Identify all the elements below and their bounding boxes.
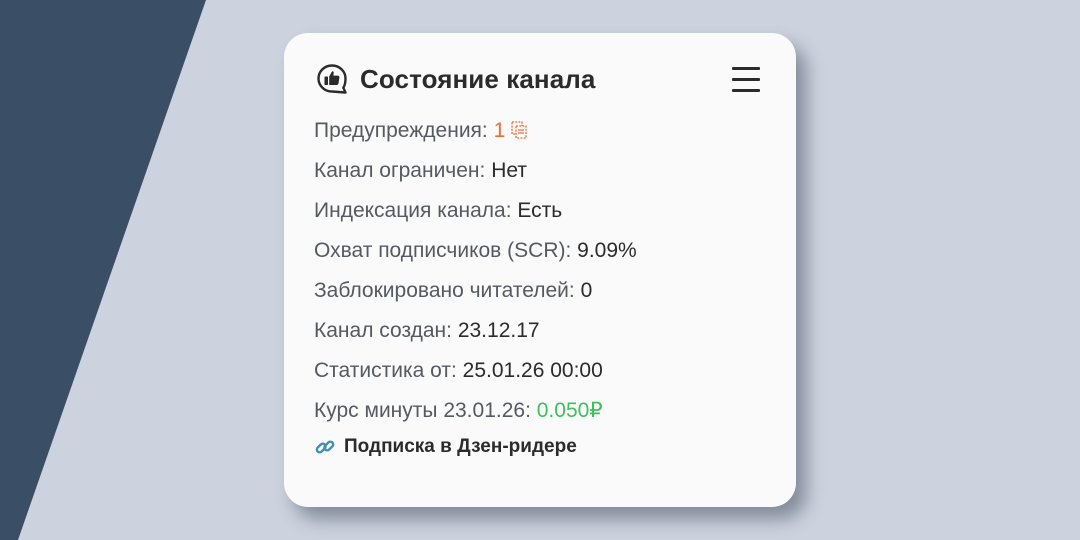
link-icon	[315, 440, 335, 454]
zen-reader-subscription-label: Подписка в Дзен-ридере	[344, 436, 577, 457]
indexing-value: Есть	[517, 199, 563, 222]
card-title: Состояние канала	[360, 63, 596, 94]
channel-status-card: Состояние канала Предупреждения: 1 Канал…	[284, 33, 796, 507]
created-row: Канал создан: 23.12.17	[314, 317, 776, 357]
thumbs-up-bubble-icon	[317, 64, 347, 94]
blocked-readers-row: Заблокировано читателей: 0	[314, 277, 776, 317]
status-list: Предупреждения: 1 Канал ограничен: Нет И…	[314, 117, 776, 437]
stats-value: 25.01.26 00:00	[462, 359, 603, 382]
blocked-readers-label: Заблокировано читателей:	[314, 279, 581, 302]
minute-rate-label: Курс минуты 23.01.26:	[314, 399, 537, 422]
hamburger-menu-icon	[732, 67, 760, 70]
scr-value: 9.09%	[577, 239, 637, 262]
stats-label: Статистика от:	[314, 359, 463, 382]
scr-label: Охват подписчиков (SCR):	[314, 239, 578, 262]
zen-reader-subscription-link[interactable]: Подписка в Дзен-ридере	[314, 436, 577, 458]
minute-rate-value: 0.050₽	[536, 399, 603, 422]
restricted-label: Канал ограничен:	[314, 159, 492, 182]
card-header: Состояние канала	[316, 63, 595, 95]
copy-icon[interactable]	[511, 121, 527, 139]
stats-row: Статистика от: 25.01.26 00:00	[314, 357, 776, 397]
indexing-row: Индексация канала: Есть	[314, 197, 776, 237]
warnings-value: 1	[493, 119, 506, 142]
restricted-row: Канал ограничен: Нет	[314, 157, 776, 197]
restricted-value: Нет	[491, 159, 527, 182]
created-label: Канал создан:	[314, 319, 458, 342]
menu-button[interactable]	[732, 67, 760, 93]
scr-row: Охват подписчиков (SCR): 9.09%	[314, 237, 776, 277]
blocked-readers-value: 0	[580, 279, 593, 302]
minute-rate-row: Курс минуты 23.01.26: 0.050₽	[314, 397, 776, 437]
indexing-label: Индексация канала:	[314, 199, 518, 222]
warnings-label: Предупреждения:	[314, 119, 494, 142]
created-value: 23.12.17	[457, 319, 540, 342]
warnings-row: Предупреждения: 1	[314, 117, 776, 157]
